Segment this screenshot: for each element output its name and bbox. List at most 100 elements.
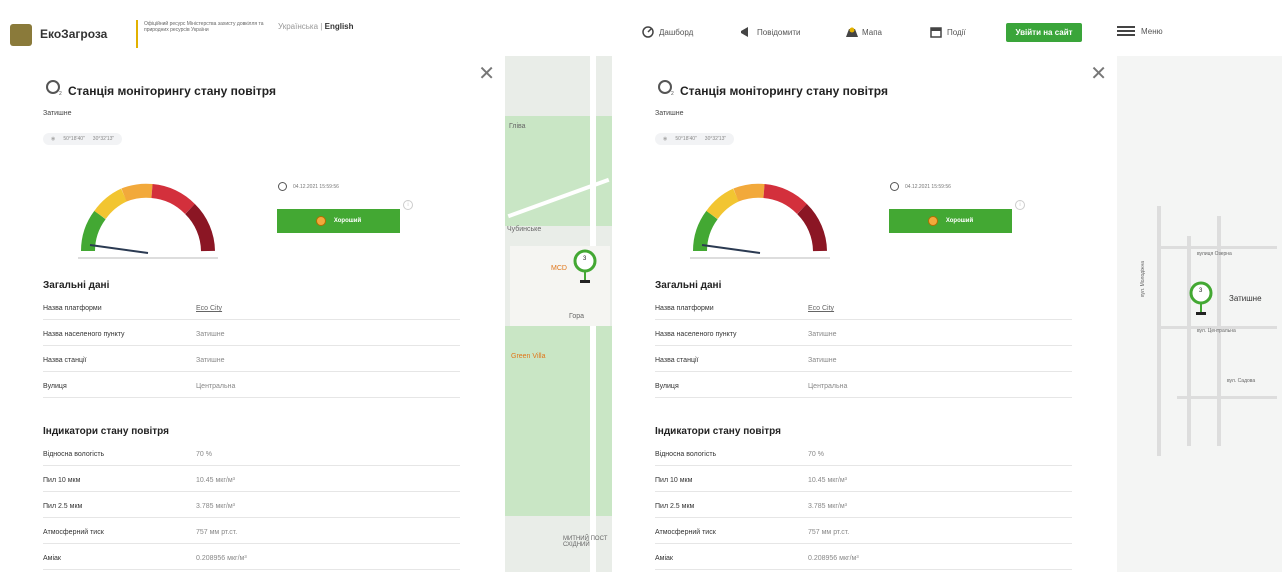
table-row: Атмосферний тиск 757 мм рт.ст. [655, 520, 1072, 544]
map-label: МИТНИЙ ПОСТ СХІДНИЙ [563, 536, 608, 548]
map-road [1157, 206, 1161, 456]
lang-en-link[interactable]: English [325, 22, 354, 31]
table-row: Атмосферний тиск 757 мм рт.ст. [43, 520, 460, 544]
timestamp-value: 04.12.2021 15:59:56 [905, 183, 951, 190]
header: ЕкоЗагроза Офіційний ресурс Міністерства… [0, 0, 1282, 62]
hamburger-icon [1117, 26, 1135, 36]
map-label: вул. Садова [1227, 378, 1256, 384]
air-quality-gauge [78, 183, 218, 259]
timestamp: 04.12.2021 15:59:56 [278, 182, 339, 191]
map-label: Green Villa [511, 353, 546, 360]
map-view-right[interactable]: Затишне вул. Молодіжна вулиця Озерна вул… [1117, 56, 1282, 572]
table-row: Назва населеного пункту Затишне [43, 322, 460, 346]
map-label: Чубинське [507, 226, 542, 233]
menu-button[interactable]: Меню [1117, 26, 1163, 36]
nav-label: Дашборд [659, 27, 694, 37]
smiley-icon [315, 216, 326, 226]
quality-badge: Хороший [277, 209, 400, 233]
latitude: 50°18'40" [675, 136, 697, 142]
lang-ua-link[interactable]: Українська [278, 22, 318, 31]
map-label: вулиця Озерна [1197, 251, 1232, 257]
nav-label: Повідомити [757, 27, 801, 37]
language-switcher: Українська | English [278, 22, 354, 31]
dashboard-icon [642, 26, 654, 38]
map-label: MCD [551, 265, 567, 272]
map-road [1157, 246, 1277, 249]
platform-link[interactable]: Eco City [808, 305, 834, 312]
events-icon [930, 26, 942, 38]
section-title-general: Загальні дані [43, 280, 110, 291]
map-label: Гора [569, 313, 585, 320]
table-row: Назва станції Затишне [655, 348, 1072, 372]
brand-divider [136, 20, 138, 48]
quality-badge: Хороший [889, 209, 1012, 233]
brand-name[interactable]: ЕкоЗагроза [40, 27, 107, 41]
station-panel-left: ✕ 2 Станція моніторингу стану повітря За… [0, 56, 505, 572]
latitude: 50°18'40" [63, 136, 85, 142]
table-row: Назва станції Затишне [43, 348, 460, 372]
panel-subtitle: Затишне [43, 110, 72, 117]
longitude: 30°32'13" [704, 136, 727, 142]
clock-icon [278, 182, 287, 191]
pin-label: 3 [583, 256, 587, 262]
table-row: Назва платформи Eco City [43, 296, 460, 320]
station-pin[interactable]: 3 [1189, 281, 1213, 317]
timestamp: 04.12.2021 15:59:56 [890, 182, 951, 191]
table-row: Вулиця Центральна [655, 374, 1072, 398]
nav-map[interactable]: Мапа [845, 22, 882, 42]
platform-link[interactable]: Eco City [196, 305, 222, 312]
table-row: Пил 2.5 мкм 3.785 мкг/м³ [655, 494, 1072, 518]
nav-label: Мапа [862, 27, 882, 37]
map-road [1187, 236, 1191, 446]
section-title-indicators: Індикатори стану повітря [655, 426, 781, 437]
map-label: Затишне [1229, 294, 1262, 303]
location-icon: ◉ [51, 136, 56, 142]
section-title-indicators: Індикатори стану повітря [43, 426, 169, 437]
longitude: 30°32'13" [92, 136, 115, 142]
timestamp-value: 04.12.2021 15:59:56 [293, 183, 339, 190]
logo-icon[interactable] [10, 24, 32, 46]
section-title-general: Загальні дані [655, 280, 722, 291]
table-row: Назва населеного пункту Затишне [655, 322, 1072, 346]
station-pin[interactable]: 3 [573, 249, 597, 285]
map-label: вул. Центральна [1197, 328, 1236, 334]
table-row: Назва платформи Eco City [655, 296, 1072, 320]
table-row: Аміак 0.208956 мкг/м³ [655, 546, 1072, 570]
close-icon[interactable]: ✕ [478, 64, 495, 84]
table-row: Аміак 0.208956 мкг/м³ [43, 546, 460, 570]
org-description: Офіційний ресурс Міністерства захисту до… [144, 21, 264, 33]
nav-events[interactable]: Події [930, 22, 966, 42]
pin-label: 3 [1199, 288, 1203, 294]
table-row: Пил 10 мкм 10.45 мкг/м³ [43, 468, 460, 492]
map-road [1177, 396, 1277, 399]
info-icon[interactable]: i [403, 200, 413, 210]
panel-title: Станція моніторингу стану повітря [680, 84, 888, 98]
station-panel-right: ✕ 2 Станція моніторингу стану повітря За… [612, 56, 1117, 572]
table-row: Пил 10 мкм 10.45 мкг/м³ [655, 468, 1072, 492]
map-icon [845, 26, 858, 38]
clock-icon [890, 182, 899, 191]
smiley-icon [927, 216, 938, 226]
menu-label: Меню [1141, 26, 1163, 36]
nav-label: Події [947, 27, 966, 37]
lang-separator: | [320, 22, 323, 31]
map-view-left[interactable]: Гліва Чубинське Гора Green Villa MCD МИТ… [505, 56, 612, 572]
o2-icon: 2 [658, 80, 674, 97]
megaphone-icon [740, 26, 752, 38]
info-icon[interactable]: i [1015, 200, 1025, 210]
panel-title: Станція моніторингу стану повітря [68, 84, 276, 98]
login-button[interactable]: Увійти на сайт [1006, 23, 1082, 42]
map-label: вул. Молодіжна [1140, 260, 1147, 298]
table-row: Вулиця Центральна [43, 374, 460, 398]
air-quality-gauge [690, 183, 830, 259]
coordinates-chip: ◉ 50°18'40" 30°32'13" [43, 133, 123, 145]
table-row: Пил 2.5 мкм 3.785 мкг/м³ [43, 494, 460, 518]
nav-dashboard[interactable]: Дашборд [642, 22, 693, 42]
location-icon: ◉ [663, 136, 668, 142]
panel-subtitle: Затишне [655, 110, 684, 117]
close-icon[interactable]: ✕ [1090, 64, 1107, 84]
table-row: Відносна вологість 70 % [43, 442, 460, 466]
quality-label: Хороший [945, 218, 974, 224]
coordinates-chip: ◉ 50°18'40" 30°32'13" [655, 133, 735, 145]
nav-report[interactable]: Повідомити [740, 22, 800, 42]
